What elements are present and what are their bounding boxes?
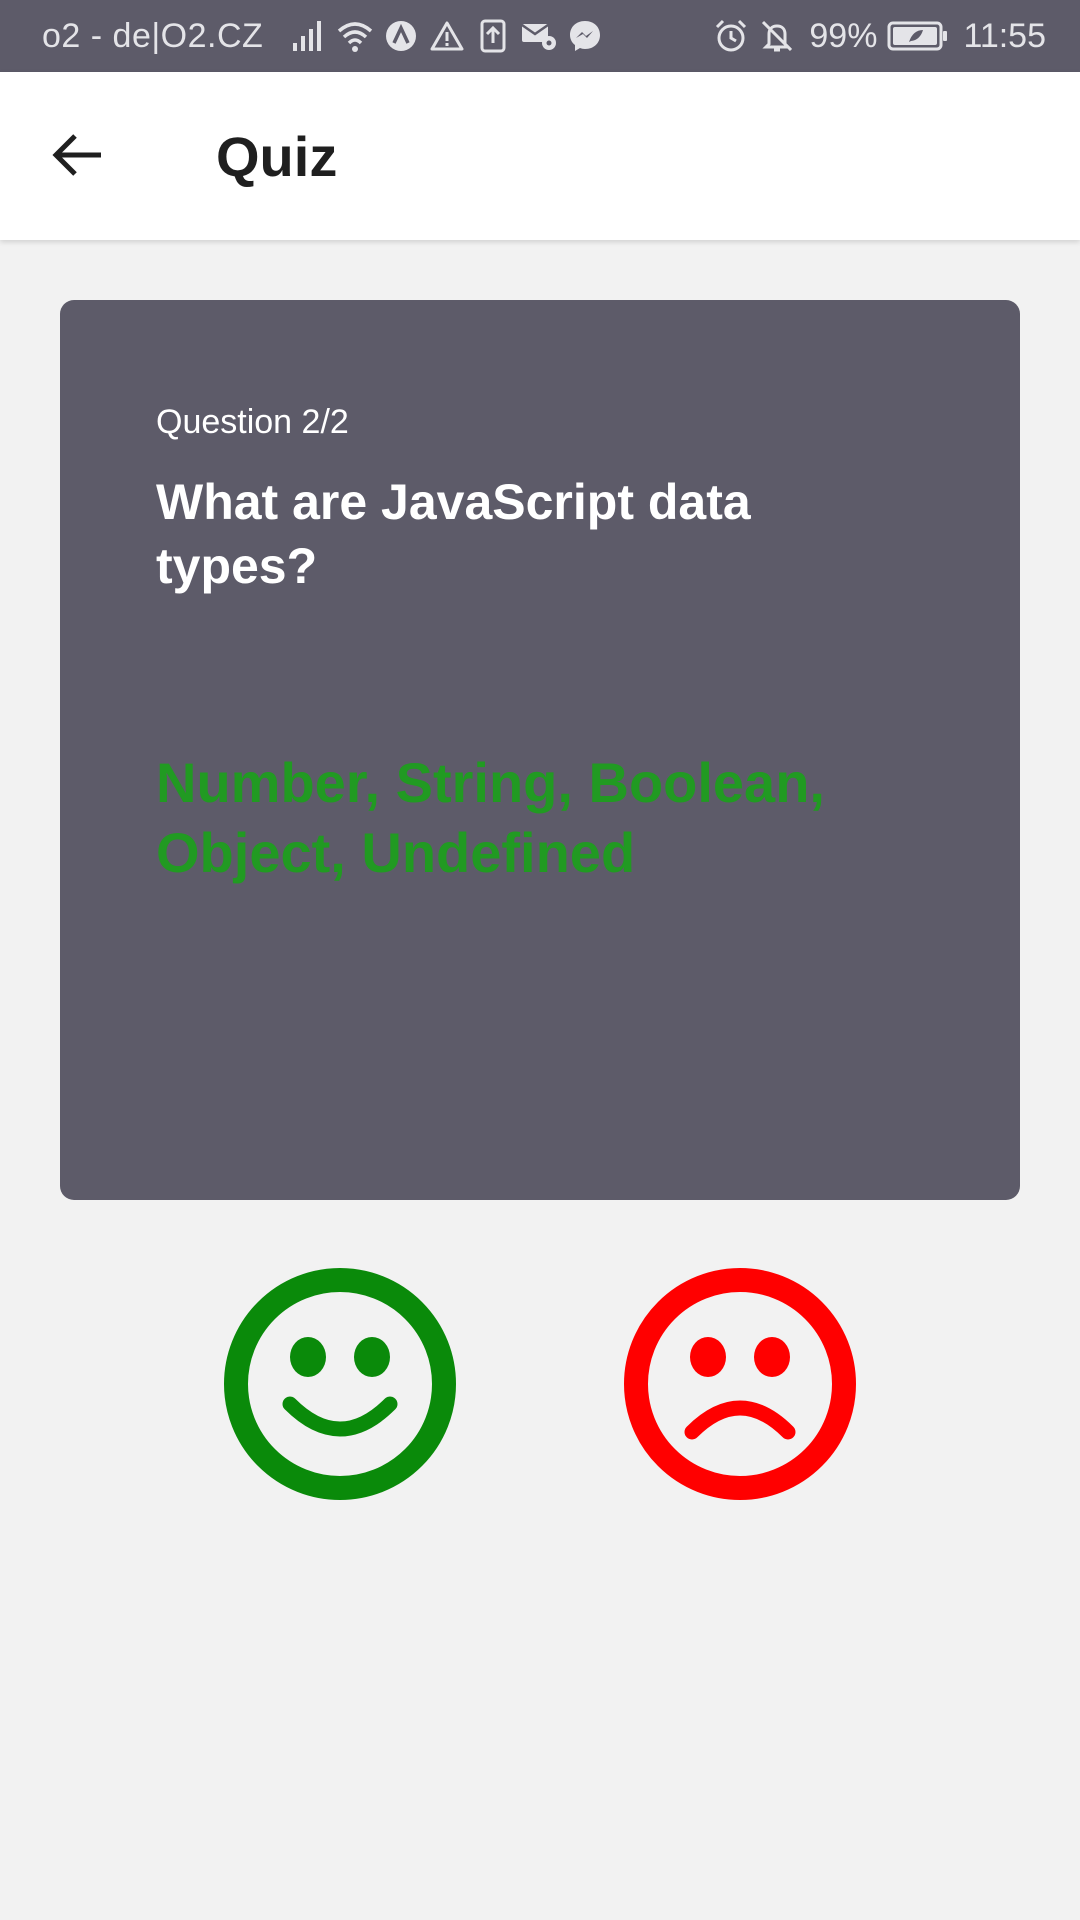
app-icon — [381, 16, 421, 56]
battery-icon — [887, 20, 949, 52]
frown-icon — [622, 1266, 858, 1502]
messenger-icon — [565, 16, 605, 56]
battery-percentage: 99% — [809, 16, 878, 55]
feedback-buttons — [0, 1266, 1080, 1506]
carrier-name: o2 - de|O2.CZ — [42, 16, 264, 55]
notifications-off-icon — [757, 16, 797, 56]
arrow-left-icon — [51, 133, 103, 182]
incorrect-button[interactable] — [622, 1266, 858, 1502]
alarm-icon — [711, 16, 751, 56]
answer-text: Number, String, Boolean, Object, Undefin… — [156, 751, 825, 884]
signal-icon — [289, 16, 329, 56]
status-right: 99% 11:55 — [711, 16, 1046, 56]
correct-button[interactable] — [222, 1266, 458, 1502]
page-title: Quiz — [216, 125, 338, 188]
smile-icon — [222, 1266, 458, 1502]
upload-icon — [473, 16, 513, 56]
warning-icon — [427, 16, 467, 56]
clock: 11:55 — [963, 16, 1046, 55]
question-counter: Question 2/2 — [156, 403, 349, 441]
status-bar: o2 - de|O2.CZ 99% 11:55 — [0, 0, 1080, 72]
wifi-icon — [335, 16, 375, 56]
back-button[interactable] — [46, 126, 108, 188]
app-bar: Quiz — [0, 72, 1080, 240]
question-text: What are JavaScript data types? — [156, 474, 751, 594]
question-card[interactable]: Question 2/2 What are JavaScript data ty… — [60, 300, 1020, 1200]
mail-settings-icon — [519, 16, 559, 56]
status-left: o2 - de|O2.CZ — [42, 16, 611, 56]
